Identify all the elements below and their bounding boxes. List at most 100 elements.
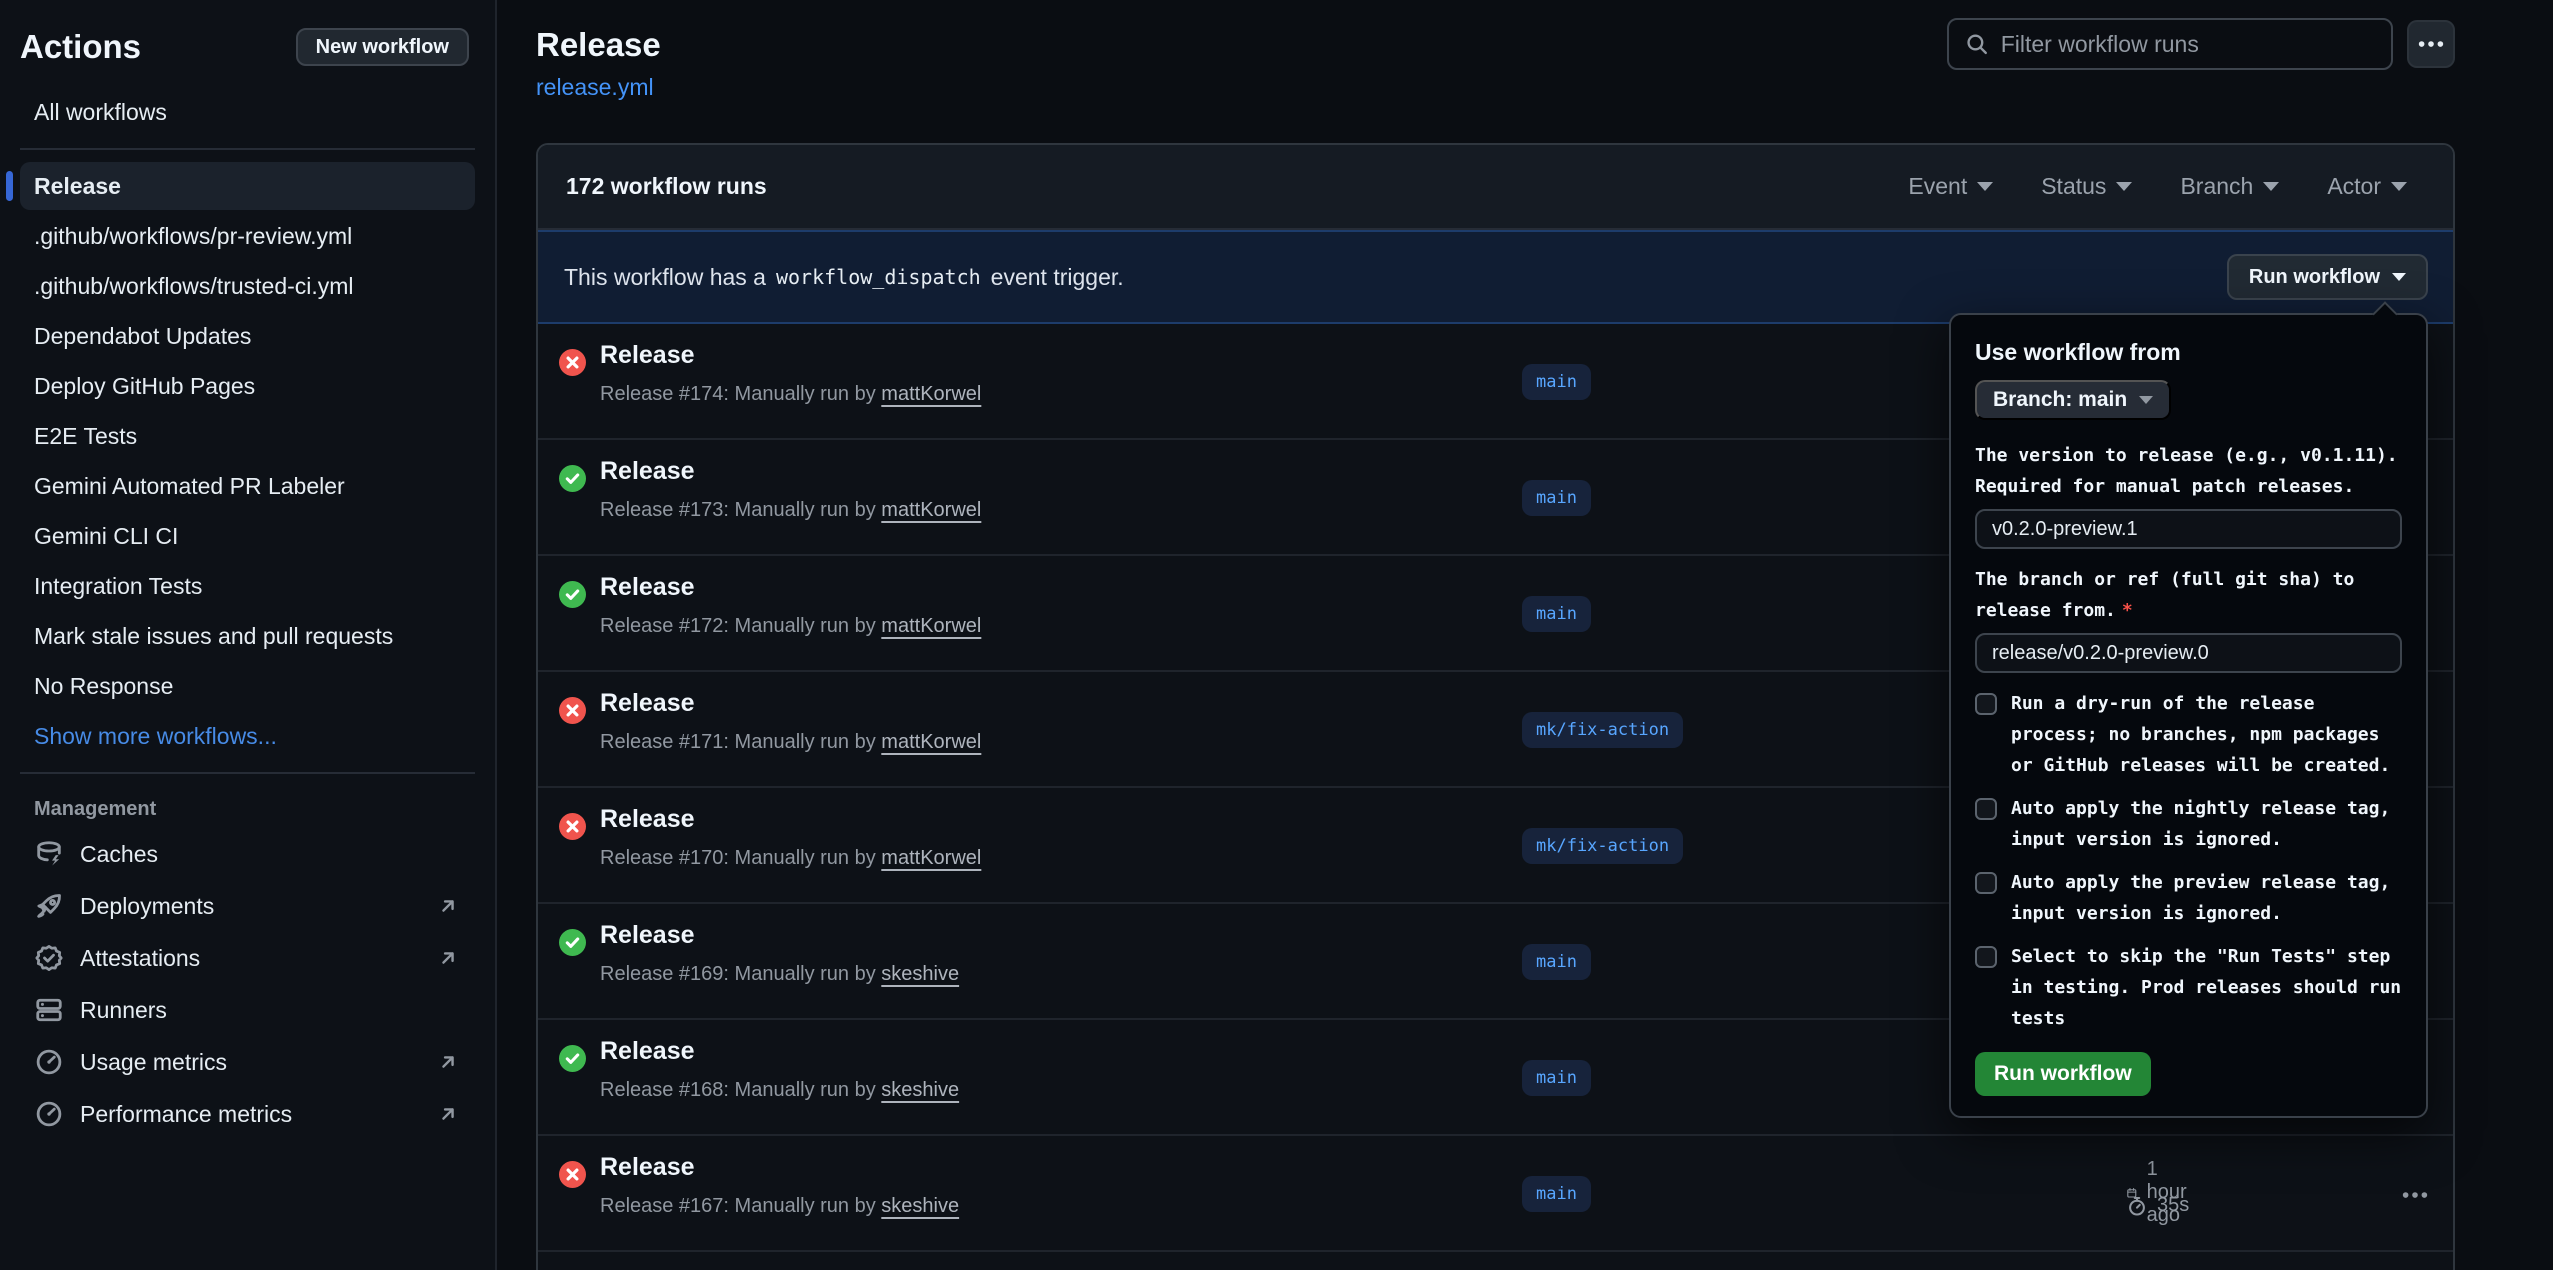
run-status-icon bbox=[559, 1161, 586, 1188]
run-description-text: Release #169: Manually run by bbox=[600, 963, 876, 985]
branch-badge[interactable]: mk/fix-action bbox=[1522, 828, 1683, 864]
checkbox[interactable] bbox=[1975, 693, 1997, 715]
banner-text-before: This workflow has a bbox=[564, 264, 766, 291]
run-description-text: Release #167: Manually run by bbox=[600, 1195, 876, 1217]
required-marker: * bbox=[2122, 600, 2133, 621]
workflow-option-row[interactable]: Auto apply the preview release tag, inpu… bbox=[1975, 867, 2402, 929]
run-status-icon bbox=[559, 813, 586, 840]
workflow-item-label: Deploy GitHub Pages bbox=[34, 373, 255, 399]
sidebar-workflow-item[interactable]: Deploy GitHub Pages bbox=[20, 362, 475, 410]
run-actor-link[interactable]: skeshive bbox=[881, 1195, 959, 1217]
run-actor-link[interactable]: mattKorwel bbox=[881, 499, 981, 521]
branch-badge[interactable]: main bbox=[1522, 1060, 1591, 1096]
run-actor-link[interactable]: mattKorwel bbox=[881, 847, 981, 869]
management-item[interactable]: Attestations bbox=[20, 933, 475, 983]
version-input[interactable] bbox=[1975, 509, 2402, 549]
ref-input[interactable] bbox=[1975, 633, 2402, 673]
branch-badge[interactable]: main bbox=[1522, 1176, 1591, 1212]
management-section-label: Management bbox=[20, 786, 475, 827]
chevron-down-icon bbox=[1977, 182, 1993, 191]
filter-dropdown[interactable]: Actor bbox=[2327, 173, 2407, 200]
sidebar-workflow-item[interactable]: Mark stale issues and pull requests bbox=[20, 612, 475, 660]
kebab-icon bbox=[2400, 1180, 2430, 1210]
run-workflow-dropdown-button[interactable]: Run workflow bbox=[2227, 254, 2428, 300]
run-title[interactable]: Release bbox=[600, 341, 695, 370]
workflow-item-label: Gemini CLI CI bbox=[34, 523, 178, 549]
run-title[interactable]: Release bbox=[600, 1153, 695, 1182]
checkbox[interactable] bbox=[1975, 946, 1997, 968]
workflow-option-row[interactable]: Run a dry-run of the release process; no… bbox=[1975, 688, 2402, 781]
management-item[interactable]: Deployments bbox=[20, 881, 475, 931]
workflow-option-row[interactable]: Auto apply the nightly release tag, inpu… bbox=[1975, 793, 2402, 855]
run-actor-link[interactable]: mattKorwel bbox=[881, 615, 981, 637]
workflow-item-label: Release bbox=[34, 173, 121, 199]
sidebar-workflow-item[interactable]: Gemini CLI CI bbox=[20, 512, 475, 560]
management-item-icon bbox=[34, 891, 64, 921]
sidebar-workflow-item[interactable]: No Response bbox=[20, 662, 475, 710]
actions-sidebar: Actions New workflow All workflows Relea… bbox=[0, 0, 497, 1270]
run-title[interactable]: Release bbox=[600, 805, 695, 834]
run-options-button[interactable] bbox=[2400, 1180, 2430, 1215]
runs-list-header: 172 workflow runs Event Status Branch Ac… bbox=[538, 145, 2453, 230]
checkbox-label: Auto apply the preview release tag, inpu… bbox=[2011, 867, 2402, 929]
checkbox[interactable] bbox=[1975, 798, 1997, 820]
run-actor-link[interactable]: skeshive bbox=[881, 963, 959, 985]
new-workflow-button[interactable]: New workflow bbox=[296, 28, 469, 66]
run-title[interactable]: Release bbox=[600, 1037, 695, 1066]
sidebar-item-all-workflows[interactable]: All workflows bbox=[20, 88, 475, 136]
sidebar-workflow-item[interactable]: Gemini Automated PR Labeler bbox=[20, 462, 475, 510]
run-actor-link[interactable]: mattKorwel bbox=[881, 731, 981, 753]
sidebar-workflow-item[interactable]: E2E Tests bbox=[20, 412, 475, 460]
run-workflow-dropdown-label: Run workflow bbox=[2249, 266, 2380, 289]
run-title[interactable]: Release bbox=[600, 921, 695, 950]
workflow-dispatch-banner: This workflow has a workflow_dispatch ev… bbox=[538, 230, 2453, 324]
external-link-icon bbox=[435, 893, 461, 919]
workflow-run-row[interactable]: Release Release #167: Manually run by sk… bbox=[538, 1136, 2453, 1252]
management-item-label: Caches bbox=[80, 841, 158, 868]
management-item-label: Usage metrics bbox=[80, 1049, 227, 1076]
sidebar-workflow-item[interactable]: .github/workflows/trusted-ci.yml bbox=[20, 262, 475, 310]
branch-selector-button[interactable]: Branch: main bbox=[1975, 380, 2171, 420]
run-description: Release #171: Manually run by mattKorwel bbox=[600, 731, 981, 754]
run-description: Release #174: Manually run by mattKorwel bbox=[600, 383, 981, 406]
filter-workflow-runs-input[interactable] bbox=[2001, 31, 2375, 58]
run-actor-link[interactable]: mattKorwel bbox=[881, 383, 981, 405]
runs-count: 172 workflow runs bbox=[566, 173, 767, 200]
chevron-down-icon bbox=[2392, 273, 2406, 281]
management-item-icon bbox=[34, 1099, 64, 1129]
run-actor-link[interactable]: skeshive bbox=[881, 1079, 959, 1101]
filter-dropdown[interactable]: Event bbox=[1908, 173, 1993, 200]
branch-badge[interactable]: mk/fix-action bbox=[1522, 712, 1683, 748]
run-status-icon bbox=[559, 465, 586, 492]
sidebar-workflow-item[interactable]: Integration Tests bbox=[20, 562, 475, 610]
filter-dropdown[interactable]: Branch bbox=[2180, 173, 2279, 200]
show-more-workflows-link[interactable]: Show more workflows... bbox=[20, 712, 475, 760]
management-item[interactable]: Usage metrics bbox=[20, 1037, 475, 1087]
branch-badge[interactable]: main bbox=[1522, 364, 1591, 400]
success-check-icon bbox=[559, 465, 586, 492]
runs-filters: Event Status Branch Actor bbox=[1908, 173, 2425, 200]
branch-badge[interactable]: main bbox=[1522, 596, 1591, 632]
run-workflow-submit-button[interactable]: Run workflow bbox=[1975, 1052, 2151, 1096]
filter-dropdown[interactable]: Status bbox=[2041, 173, 2132, 200]
run-status-icon bbox=[559, 1045, 586, 1072]
branch-badge[interactable]: main bbox=[1522, 480, 1591, 516]
more-options-button[interactable] bbox=[2407, 20, 2455, 68]
run-title[interactable]: Release bbox=[600, 573, 695, 602]
ref-field-label-text: The branch or ref (full git sha) to rele… bbox=[1975, 569, 2354, 621]
management-item[interactable]: Runners bbox=[20, 985, 475, 1035]
sidebar-workflow-item[interactable]: .github/workflows/pr-review.yml bbox=[20, 212, 475, 260]
checkbox[interactable] bbox=[1975, 872, 1997, 894]
sidebar-workflow-item[interactable]: Release bbox=[20, 162, 475, 210]
management-item[interactable]: Caches bbox=[20, 829, 475, 879]
workflow-option-row[interactable]: Select to skip the "Run Tests" step in t… bbox=[1975, 941, 2402, 1034]
workflow-item-label: .github/workflows/trusted-ci.yml bbox=[34, 273, 354, 299]
run-title[interactable]: Release bbox=[600, 457, 695, 486]
management-item[interactable]: Performance metrics bbox=[20, 1089, 475, 1139]
branch-badge[interactable]: main bbox=[1522, 944, 1591, 980]
failure-x-icon bbox=[559, 349, 586, 376]
run-title[interactable]: Release bbox=[600, 689, 695, 718]
sidebar-workflow-item[interactable]: Dependabot Updates bbox=[20, 312, 475, 360]
run-description: Release #167: Manually run by skeshive bbox=[600, 1195, 959, 1218]
workflow-file-link[interactable]: release.yml bbox=[536, 74, 654, 101]
